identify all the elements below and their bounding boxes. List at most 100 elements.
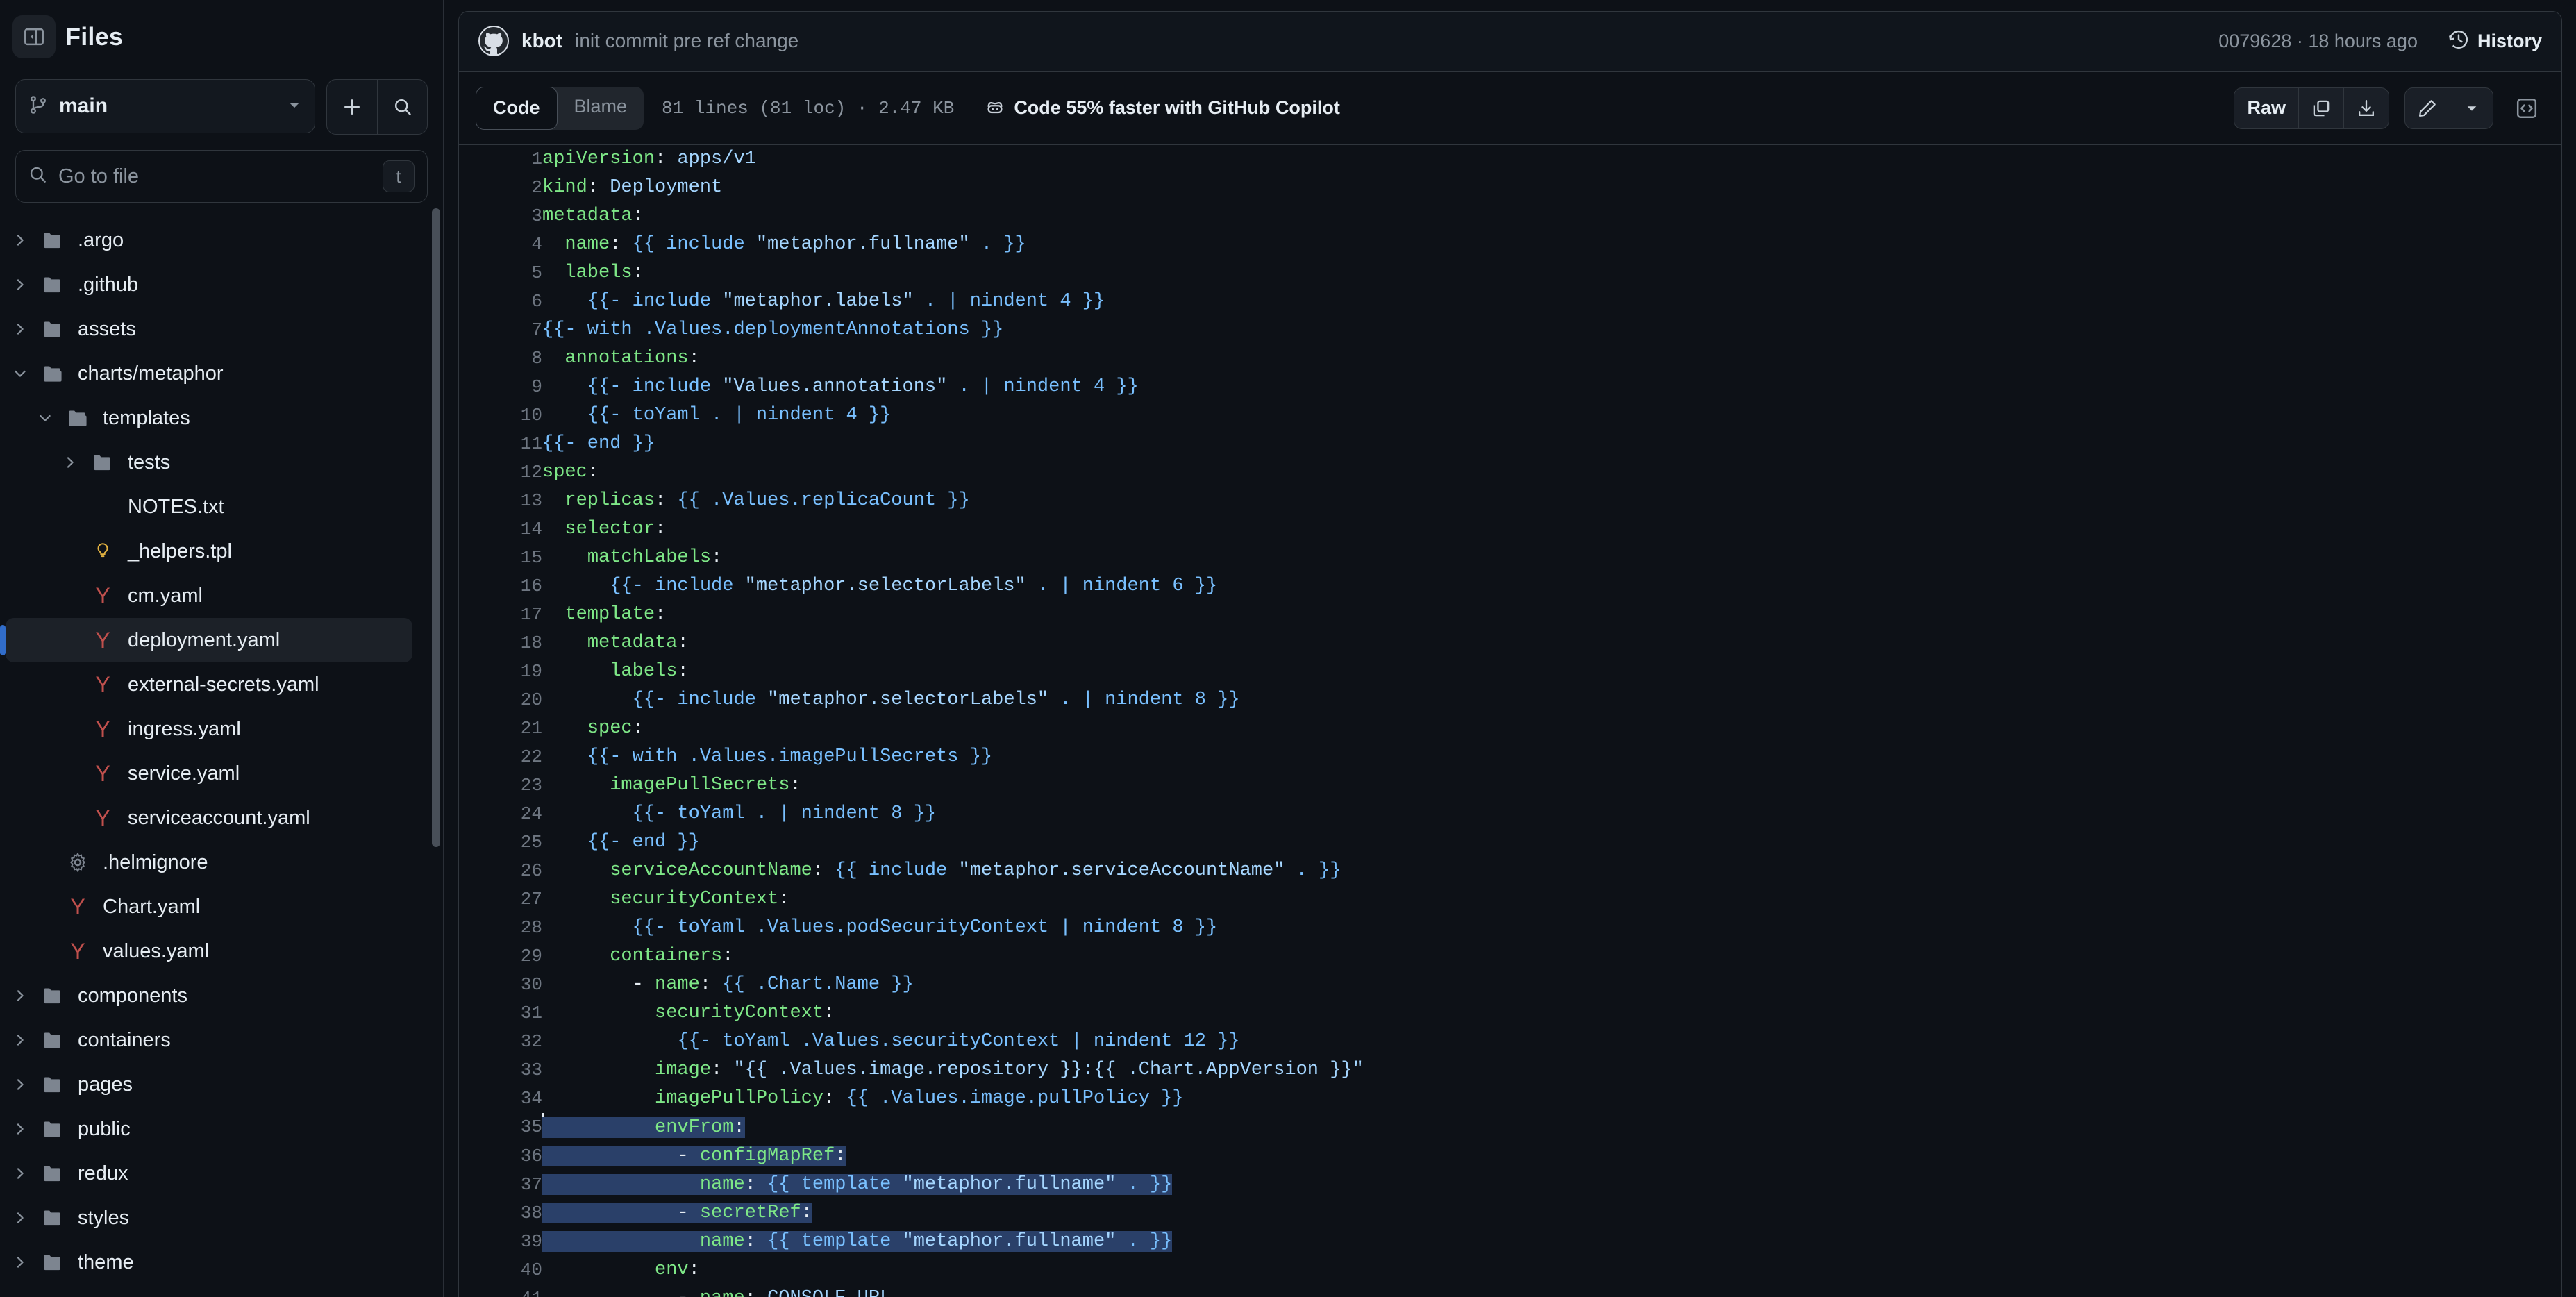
line-content[interactable]: securityContext: [542, 885, 2561, 914]
tree-item-redux[interactable]: redux [6, 1151, 412, 1196]
line-content[interactable]: name: {{ template "metaphor.fullname" . … [542, 1228, 2561, 1256]
tree-item-assets[interactable]: assets [6, 307, 412, 351]
line-content[interactable]: - configMapRef: [542, 1142, 2561, 1171]
code-line[interactable]: 39 name: {{ template "metaphor.fullname"… [459, 1228, 2561, 1256]
code-line[interactable]: 35 envFrom: [459, 1113, 2561, 1142]
chevron-right-icon[interactable] [6, 232, 35, 249]
tab-blame[interactable]: Blame [558, 87, 644, 127]
tree-item-containers[interactable]: containers [6, 1018, 412, 1062]
line-number[interactable]: 24 [459, 800, 542, 828]
line-number[interactable]: 30 [459, 971, 542, 999]
line-number[interactable]: 36 [459, 1142, 542, 1171]
line-content[interactable]: securityContext: [542, 999, 2561, 1028]
line-content[interactable]: labels: [542, 259, 2561, 287]
line-content[interactable]: metadata: [542, 629, 2561, 658]
line-number[interactable]: 22 [459, 743, 542, 771]
line-content[interactable]: selector: [542, 515, 2561, 544]
line-content[interactable]: image: "{{ .Values.image.repository }}:{… [542, 1056, 2561, 1085]
tree-item-cm-yaml[interactable]: Ycm.yaml [6, 574, 412, 618]
code-line[interactable]: 40 env: [459, 1256, 2561, 1285]
line-content[interactable]: - secretRef: [542, 1199, 2561, 1228]
line-number[interactable]: 12 [459, 458, 542, 487]
line-number[interactable]: 3 [459, 202, 542, 231]
line-content[interactable]: name: {{ include "metaphor.fullname" . }… [542, 231, 2561, 259]
code-line[interactable]: 2 kind: Deployment [459, 174, 2561, 202]
line-number[interactable]: 20 [459, 686, 542, 714]
chevron-right-icon[interactable] [6, 1165, 35, 1182]
code-line[interactable]: 12 spec: [459, 458, 2561, 487]
code-line[interactable]: 24 {{- toYaml . | nindent 8 }} [459, 800, 2561, 828]
code-line[interactable]: 8 annotations: [459, 344, 2561, 373]
code-line[interactable]: 7 {{- with .Values.deploymentAnnotations … [459, 316, 2561, 344]
code-line[interactable]: 5 labels: [459, 259, 2561, 287]
copilot-promo[interactable]: Code 55% faster with GitHub Copilot [985, 96, 1340, 120]
search-input[interactable] [58, 165, 371, 188]
code-brackets-icon[interactable] [2509, 89, 2545, 128]
line-content[interactable]: {{- include "metaphor.selectorLabels" . … [542, 686, 2561, 714]
code-line[interactable]: 27 securityContext: [459, 885, 2561, 914]
tree-item-helpers-tpl[interactable]: _helpers.tpl [6, 529, 412, 574]
tree-item-pages[interactable]: pages [6, 1062, 412, 1107]
line-number[interactable]: 2 [459, 174, 542, 202]
code-line[interactable]: 33 image: "{{ .Values.image.repository }… [459, 1056, 2561, 1085]
line-content[interactable]: {{- end }} [542, 430, 2561, 458]
code-line[interactable]: 4 name: {{ include "metaphor.fullname" .… [459, 231, 2561, 259]
line-number[interactable]: 18 [459, 629, 542, 658]
line-content[interactable]: envFrom: [542, 1113, 2561, 1142]
branch-selector[interactable]: main [15, 79, 315, 133]
line-number[interactable]: 29 [459, 942, 542, 971]
code-line[interactable]: 20 {{- include "metaphor.selectorLabels"… [459, 686, 2561, 714]
line-number[interactable]: 23 [459, 771, 542, 800]
code-line[interactable]: 37 name: {{ template "metaphor.fullname"… [459, 1171, 2561, 1199]
code-line[interactable]: 32 {{- toYaml .Values.securityContext | … [459, 1028, 2561, 1056]
chevron-right-icon[interactable] [6, 1032, 35, 1048]
commit-message[interactable]: init commit pre ref change [575, 30, 798, 52]
line-number[interactable]: 13 [459, 487, 542, 515]
search-files-button[interactable] [377, 80, 427, 134]
line-number[interactable]: 16 [459, 572, 542, 601]
chevron-right-icon[interactable] [6, 1254, 35, 1271]
chevron-right-icon[interactable] [6, 1210, 35, 1226]
line-number[interactable]: 40 [459, 1256, 542, 1285]
code-line[interactable]: 11 {{- end }} [459, 430, 2561, 458]
sidebar-scrollbar[interactable] [432, 208, 440, 847]
tree-item-charts-metaphor[interactable]: charts/metaphor [6, 351, 412, 396]
chevron-right-icon[interactable] [6, 987, 35, 1004]
download-icon[interactable] [2343, 87, 2389, 128]
line-content[interactable]: annotations: [542, 344, 2561, 373]
line-content[interactable]: matchLabels: [542, 544, 2561, 572]
line-number[interactable]: 7 [459, 316, 542, 344]
tree-item-serviceaccount-yaml[interactable]: Yserviceaccount.yaml [6, 796, 412, 840]
line-content[interactable]: template: [542, 601, 2561, 629]
history-button[interactable]: History [2448, 29, 2542, 53]
line-content[interactable]: {{- toYaml . | nindent 4 }} [542, 401, 2561, 430]
go-to-file-search[interactable]: t [15, 150, 428, 203]
code-line[interactable]: 29 containers: [459, 942, 2561, 971]
line-content[interactable]: spec: [542, 714, 2561, 743]
commit-author[interactable]: kbot [521, 30, 562, 52]
code-line[interactable]: 23 imagePullSecrets: [459, 771, 2561, 800]
line-content[interactable]: metadata: [542, 202, 2561, 231]
pencil-icon[interactable] [2405, 88, 2450, 128]
line-number[interactable]: 38 [459, 1199, 542, 1228]
line-number[interactable]: 25 [459, 828, 542, 857]
line-number[interactable]: 10 [459, 401, 542, 430]
tree-item-notes-txt[interactable]: NOTES.txt [6, 485, 412, 529]
code-line[interactable]: 19 labels: [459, 658, 2561, 686]
line-content[interactable]: {{- end }} [542, 828, 2561, 857]
chevron-right-icon[interactable] [6, 321, 35, 337]
line-number[interactable]: 19 [459, 658, 542, 686]
chevron-down-icon[interactable] [2450, 87, 2493, 128]
line-content[interactable]: imagePullSecrets: [542, 771, 2561, 800]
chevron-right-icon[interactable] [6, 1121, 35, 1137]
tree-item-components[interactable]: components [6, 973, 412, 1018]
line-number[interactable]: 34 [459, 1085, 542, 1113]
tree-item-github[interactable]: .github [6, 262, 412, 307]
line-number[interactable]: 35 [459, 1113, 542, 1142]
code-line[interactable]: 31 securityContext: [459, 999, 2561, 1028]
tree-item-chart-yaml[interactable]: Y Chart.yaml [6, 885, 412, 929]
line-number[interactable]: 1 [459, 145, 542, 174]
line-content[interactable]: imagePullPolicy: {{ .Values.image.pullPo… [542, 1085, 2561, 1113]
line-number[interactable]: 28 [459, 914, 542, 942]
line-number[interactable]: 4 [459, 231, 542, 259]
